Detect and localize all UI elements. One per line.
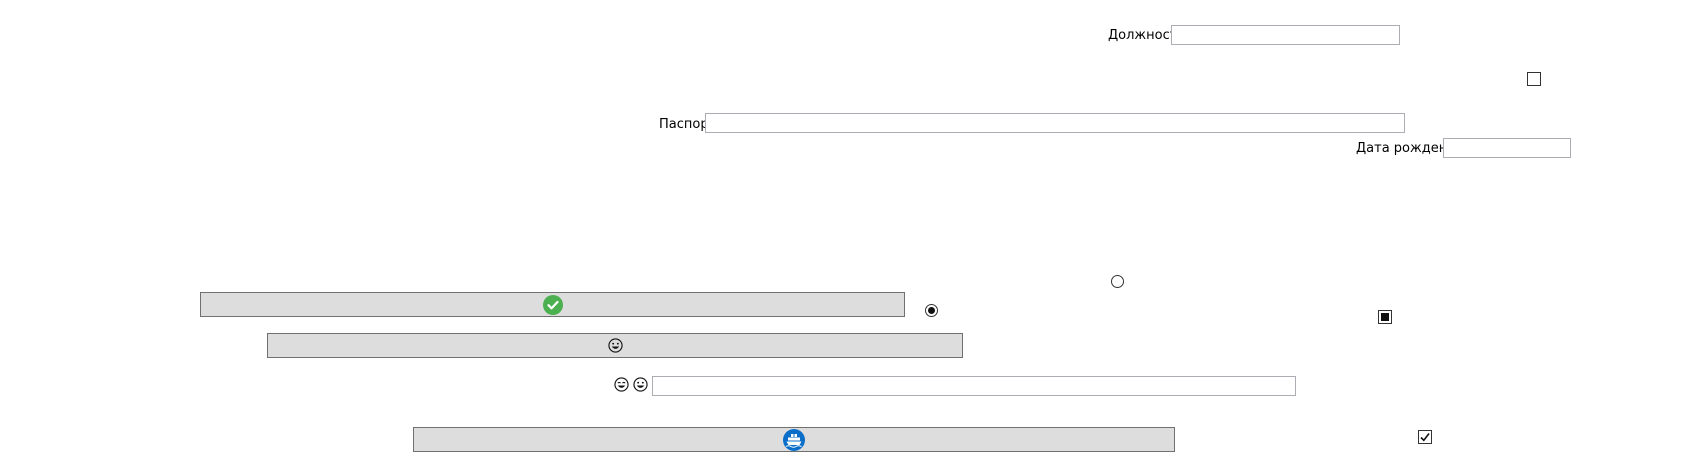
ship-button[interactable] [413,427,1175,452]
ship-icon [783,428,805,451]
check-circle-icon [542,294,563,315]
radio-lower[interactable] [925,304,938,317]
position-input[interactable] [1171,25,1400,45]
confirm-button[interactable] [200,292,905,317]
top-checkbox[interactable] [1527,72,1541,86]
birthdate-input[interactable] [1443,138,1571,158]
emoji-pair [614,377,650,392]
smiling-face-icon [614,377,629,392]
passport-input[interactable] [705,113,1405,133]
bottom-checkbox[interactable] [1418,430,1432,444]
text-input[interactable] [652,376,1296,396]
emoji-button[interactable] [267,333,963,358]
radio-upper[interactable] [1111,275,1124,288]
indeterminate-indicator [1381,313,1389,321]
radio-dot [928,307,935,314]
grinning-face-icon [633,377,648,392]
checkmark-icon [1420,433,1430,442]
grinning-face-icon [607,338,623,353]
tristate-checkbox[interactable] [1378,310,1392,324]
